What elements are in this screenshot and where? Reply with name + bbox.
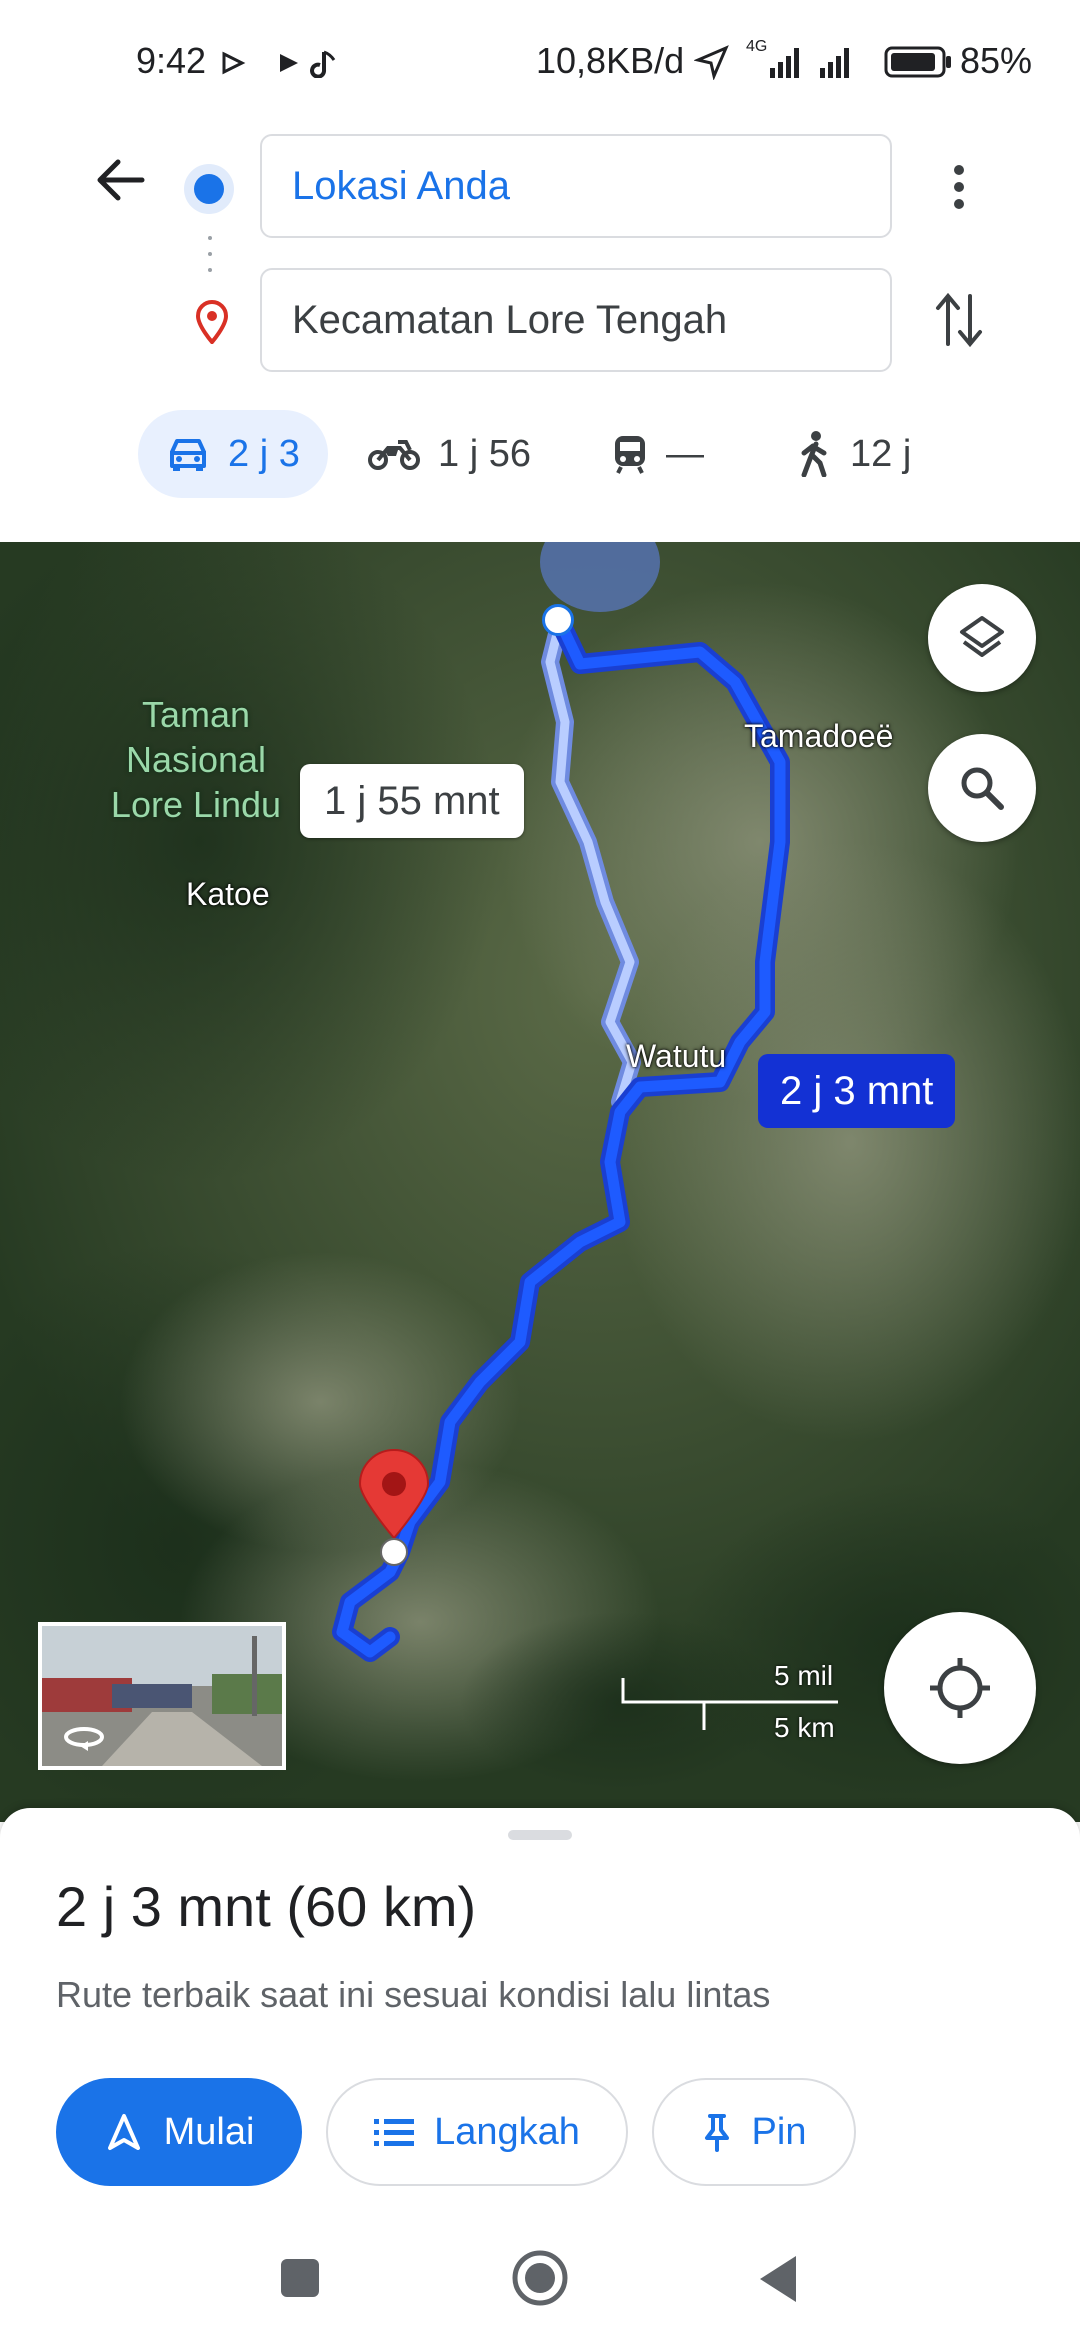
steps-button-label: Langkah [434, 2110, 580, 2153]
alt-route-callout[interactable]: 1 j 55 mnt [300, 764, 524, 838]
tab-walk[interactable]: 12 j [796, 410, 911, 498]
search-along-route-button[interactable] [928, 734, 1036, 842]
destination-marker-icon[interactable] [356, 1448, 432, 1568]
navigation-arrow-icon [107, 2114, 140, 2150]
notification-icons [222, 50, 336, 78]
signal-icon [770, 48, 849, 78]
steps-button[interactable]: Langkah [326, 2078, 628, 2186]
recents-icon[interactable] [278, 2256, 322, 2300]
tab-transit[interactable]: — [612, 410, 704, 498]
motorcycle-icon [368, 440, 420, 470]
scale-bar [621, 1678, 838, 1730]
route-summary: 2 j 3 mnt (60 km) [56, 1875, 477, 1938]
location-arrow-icon [694, 45, 729, 80]
pin-button[interactable]: Pin [652, 2078, 856, 2186]
origin-input[interactable]: Lokasi Anda [260, 134, 892, 238]
destination-pin-icon [195, 300, 229, 344]
360-rotate-icon [64, 1727, 104, 1751]
route-subtitle: Rute terbaik saat ini sesuai kondisi lal… [56, 1974, 771, 2015]
destination-input[interactable]: Kecamatan Lore Tengah [260, 268, 892, 372]
pin-icon [704, 2114, 729, 2152]
battery-level: 85% [960, 40, 1033, 81]
main-route-callout[interactable]: 2 j 3 mnt [758, 1054, 956, 1128]
start-button-label: Mulai [163, 2110, 255, 2153]
park-label: Taman Nasional Lore Lindu [110, 694, 282, 825]
tab-motorcycle-label: 1 j 56 [438, 432, 531, 475]
tab-transit-label: — [666, 432, 704, 475]
network-speed: 10,8KB/d [536, 40, 685, 81]
tab-motorcycle[interactable]: 1 j 56 [368, 410, 531, 498]
sheet-drag-handle[interactable] [508, 1830, 572, 1840]
swap-icon[interactable] [934, 290, 984, 350]
system-nav-bar [0, 2226, 1080, 2326]
my-location-button[interactable] [884, 1612, 1036, 1764]
place-label-tamadoee: Tamadoeë [744, 718, 894, 754]
back-icon[interactable] [756, 2254, 800, 2304]
origin-marker-icon [542, 604, 574, 636]
route-dots [208, 236, 212, 272]
status-bar: 9:42 10,8KB/d 4G 85% [0, 0, 1080, 120]
back-arrow-icon[interactable] [90, 150, 150, 210]
walk-icon [801, 431, 827, 477]
tab-drive[interactable]: 2 j 3 [138, 410, 328, 498]
battery-icon [884, 46, 951, 78]
street-view-thumbnail[interactable] [38, 1622, 286, 1770]
pin-button-label: Pin [751, 2110, 807, 2153]
more-options-icon[interactable] [944, 162, 974, 212]
tab-drive-label: 2 j 3 [228, 432, 300, 475]
place-label-katoe: Katoe [186, 876, 270, 912]
map-view[interactable]: Taman Nasional Lore Lindu Katoe Watutu T… [0, 542, 1080, 1822]
tab-walk-label: 12 j [850, 432, 912, 475]
crosshair-icon [930, 1658, 990, 1718]
travel-mode-tabs: 2 j 3 1 j 56 — 12 j [0, 410, 1080, 498]
start-button[interactable]: Mulai [56, 2078, 302, 2186]
layers-icon [960, 616, 1004, 657]
transit-icon [615, 436, 645, 474]
place-label-watutu: Watutu [626, 1038, 727, 1074]
origin-dot-icon [194, 174, 224, 204]
car-icon [170, 439, 206, 471]
list-icon [374, 2119, 415, 2146]
home-icon[interactable] [510, 2248, 570, 2308]
status-time: 9:42 [136, 40, 207, 81]
layers-button[interactable] [928, 584, 1036, 692]
search-icon [961, 767, 1004, 810]
